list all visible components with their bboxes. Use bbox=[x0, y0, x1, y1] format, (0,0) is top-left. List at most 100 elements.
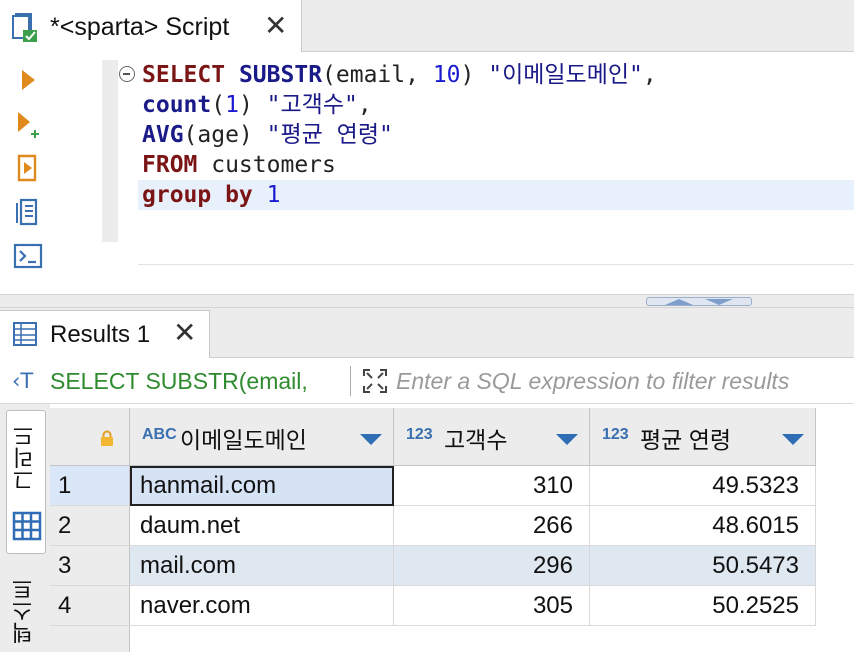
text-type-icon: ABC bbox=[142, 426, 177, 443]
text-view-label: 텍스트 bbox=[11, 578, 36, 644]
filter-input[interactable] bbox=[396, 364, 854, 398]
execute-in-new-tab-button[interactable] bbox=[10, 106, 46, 142]
grid-icon bbox=[12, 511, 42, 541]
cell-domain[interactable]: hanmail.com bbox=[130, 466, 394, 506]
console-button[interactable] bbox=[10, 238, 46, 274]
code-token: "평균 연령" bbox=[266, 122, 393, 148]
cell-avg-age[interactable]: 50.5473 bbox=[590, 546, 816, 586]
cell-count[interactable]: 296 bbox=[394, 546, 590, 586]
text-view-tab[interactable]: 텍스트 bbox=[6, 572, 46, 652]
dbeaver-window: *<sparta> Script ✕ SELECT SUBSTR(email, … bbox=[0, 0, 854, 652]
cell-domain[interactable]: daum.net bbox=[130, 506, 394, 546]
code-line[interactable]: FROM customers bbox=[142, 150, 854, 180]
results-grid-icon bbox=[13, 322, 37, 346]
code-token: SELECT bbox=[142, 62, 226, 88]
execute-script-button[interactable] bbox=[10, 150, 46, 186]
script-tab[interactable]: *<sparta> Script ✕ bbox=[0, 0, 302, 52]
grid-view-tab[interactable]: 그리드 bbox=[6, 410, 46, 554]
cell-avg-age[interactable]: 49.5323 bbox=[590, 466, 816, 506]
execute-statement-button[interactable] bbox=[10, 62, 46, 98]
console-icon bbox=[13, 243, 43, 269]
sort-dropdown-icon[interactable] bbox=[556, 434, 578, 445]
code-token: group by bbox=[142, 182, 253, 208]
row-number-gutter bbox=[50, 626, 130, 652]
results-tab[interactable]: Results 1 ✕ bbox=[0, 310, 210, 358]
number-type-icon: 123 bbox=[406, 426, 433, 443]
table-row[interactable]: 4 naver.com 305 50.2525 bbox=[50, 586, 854, 626]
separator bbox=[350, 366, 351, 396]
editor-bottom-area bbox=[138, 264, 854, 294]
sql-script-icon bbox=[12, 13, 37, 42]
table-row[interactable]: 3 mail.com 296 50.5473 bbox=[50, 546, 854, 586]
result-grid[interactable]: ABC 이메일도메인 123 고객수 123 평균 연령 1 hanmail.c… bbox=[50, 404, 854, 652]
lock-icon bbox=[101, 430, 113, 446]
cell-count[interactable]: 310 bbox=[394, 466, 590, 506]
column-header-domain[interactable]: ABC 이메일도메인 bbox=[130, 408, 394, 466]
view-mode-tabs: 그리드 텍스트 bbox=[0, 404, 50, 652]
filter-bar: ‹T SELECT SUBSTR(email, bbox=[0, 358, 854, 404]
code-line[interactable]: SELECT SUBSTR(email, 10) "이메일도메인", bbox=[142, 60, 854, 90]
cell-count[interactable]: 305 bbox=[394, 586, 590, 626]
code-line[interactable]: count(1) "고객수", bbox=[142, 90, 854, 120]
editor-gutter bbox=[102, 60, 118, 242]
cell-avg-age[interactable]: 48.6015 bbox=[590, 506, 816, 546]
column-header-avg-age[interactable]: 123 평균 연령 bbox=[590, 408, 816, 466]
row-number: 2 bbox=[50, 506, 130, 546]
code-token: , bbox=[642, 62, 657, 88]
expand-icon[interactable] bbox=[360, 366, 390, 396]
code-token: ) bbox=[460, 62, 489, 88]
play-plus-icon bbox=[18, 112, 39, 138]
sql-editor[interactable]: SELECT SUBSTR(email, 10) "이메일도메인", count(… bbox=[138, 60, 854, 210]
maximize-restore-handle[interactable] bbox=[646, 297, 752, 306]
row-number: 3 bbox=[50, 546, 130, 586]
close-icon[interactable]: ✕ bbox=[264, 12, 287, 40]
editor-tab-bar: *<sparta> Script ✕ bbox=[0, 0, 854, 52]
row-number: 4 bbox=[50, 586, 130, 626]
row-number: 1 bbox=[50, 466, 130, 506]
code-token: "이메일도메인" bbox=[488, 62, 643, 88]
script-run-icon bbox=[17, 154, 37, 182]
play-icon bbox=[22, 70, 35, 90]
table-row[interactable]: 1 hanmail.com 310 49.5323 bbox=[50, 466, 854, 506]
fold-collapse-icon[interactable] bbox=[119, 66, 135, 82]
code-token: (age) bbox=[183, 122, 267, 148]
close-icon[interactable]: ✕ bbox=[173, 319, 196, 347]
column-label: 이메일도메인 bbox=[180, 427, 307, 453]
code-token: 1 bbox=[225, 92, 239, 118]
column-header-count[interactable]: 123 고객수 bbox=[394, 408, 590, 466]
explain-plan-icon bbox=[16, 198, 38, 226]
sort-dropdown-icon[interactable] bbox=[782, 434, 804, 445]
query-preview[interactable]: SELECT SUBSTR(email, bbox=[50, 368, 308, 395]
cell-domain[interactable]: naver.com bbox=[130, 586, 394, 626]
row-number-header bbox=[50, 408, 130, 466]
code-token: customers bbox=[197, 152, 336, 178]
column-label: 평균 연령 bbox=[640, 427, 732, 453]
explain-plan-button[interactable] bbox=[10, 194, 46, 230]
code-token: , bbox=[357, 92, 372, 118]
sort-dropdown-icon[interactable] bbox=[360, 434, 382, 445]
cell-count[interactable]: 266 bbox=[394, 506, 590, 546]
panel-splitter[interactable] bbox=[0, 294, 854, 308]
code-line[interactable]: AVG(age) "평균 연령" bbox=[142, 120, 854, 150]
editor-side-toolbar bbox=[0, 52, 58, 292]
code-token: 10 bbox=[432, 62, 461, 88]
results-tab-bar: Results 1 ✕ bbox=[0, 308, 854, 358]
script-tab-title: *<sparta> Script bbox=[50, 13, 230, 41]
code-line[interactable]: group by 1 bbox=[138, 180, 854, 210]
results-tab-title: Results 1 bbox=[50, 321, 151, 348]
code-token: SUBSTR bbox=[238, 62, 323, 88]
number-type-icon: 123 bbox=[602, 426, 629, 443]
code-token: count bbox=[142, 92, 212, 118]
grid-view-label: 그리드 bbox=[12, 425, 37, 491]
code-token: "고객수" bbox=[266, 92, 358, 118]
query-text-icon: ‹T bbox=[12, 369, 34, 393]
cell-domain[interactable]: mail.com bbox=[130, 546, 394, 586]
table-row[interactable]: 2 daum.net 266 48.6015 bbox=[50, 506, 854, 546]
code-token: AVG bbox=[142, 122, 184, 148]
cell-avg-age[interactable]: 50.2525 bbox=[590, 586, 816, 626]
code-token: ) bbox=[238, 92, 267, 118]
code-token: ( bbox=[211, 92, 226, 118]
code-token: FROM bbox=[142, 152, 198, 178]
